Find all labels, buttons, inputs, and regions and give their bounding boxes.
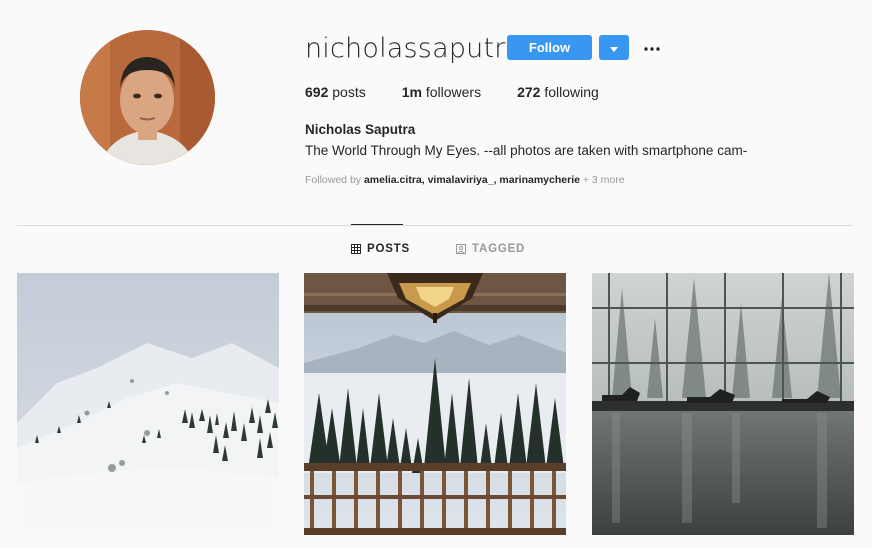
posts-count: 692 — [305, 84, 329, 100]
tab-posts[interactable]: POSTS — [351, 243, 410, 255]
tab-tagged[interactable]: TAGGED — [456, 243, 525, 255]
followed-by-prefix: Followed by — [305, 174, 362, 186]
ellipsis-icon — [644, 38, 660, 56]
grid-icon — [351, 244, 361, 254]
following-count: 272 — [517, 84, 541, 100]
username: nicholassaputra — [305, 32, 523, 64]
followed-by-more[interactable]: + 3 more — [583, 174, 625, 186]
followers-count: 1m — [401, 84, 422, 100]
post-thumbnail[interactable] — [304, 273, 566, 535]
active-tab-indicator — [351, 224, 403, 225]
post-image-snowy-mountains — [17, 273, 279, 535]
followers-label: followers — [425, 84, 482, 100]
avatar-image — [80, 30, 215, 165]
more-options-button[interactable] — [641, 36, 663, 58]
tab-tagged-label: TAGGED — [472, 243, 526, 255]
posts-stat: 692 posts — [305, 84, 366, 100]
tabs-divider — [17, 225, 853, 226]
follow-button[interactable]: Follow — [507, 35, 592, 60]
full-name: Nicholas Saputra — [305, 122, 416, 137]
tab-posts-label: POSTS — [367, 243, 410, 255]
post-image-balcony-forest — [304, 273, 566, 535]
posts-label: posts — [332, 84, 366, 100]
profile-avatar[interactable] — [80, 30, 215, 165]
post-thumbnail[interactable] — [592, 273, 854, 535]
follower-name[interactable]: vimalaviriya_ — [428, 174, 494, 186]
follower-name[interactable]: marinamycherie — [499, 174, 580, 186]
bio-text: The World Through My Eyes. --all photos … — [305, 143, 748, 158]
tag-icon — [456, 244, 466, 254]
post-image-indoor-pool — [592, 273, 854, 535]
post-thumbnail[interactable] — [17, 273, 279, 535]
followers-stat[interactable]: 1m followers — [402, 84, 481, 100]
suggested-dropdown-button[interactable] — [599, 35, 629, 60]
follower-name[interactable]: amelia.citra — [364, 174, 422, 186]
profile-stats: 692 posts 1m followers 272 following — [305, 84, 635, 100]
following-label: following — [544, 84, 599, 100]
following-stat[interactable]: 272 following — [517, 84, 599, 100]
caret-down-icon — [610, 39, 618, 57]
followed-by[interactable]: Followed by amelia.citra, vimalaviriya_,… — [305, 174, 625, 186]
